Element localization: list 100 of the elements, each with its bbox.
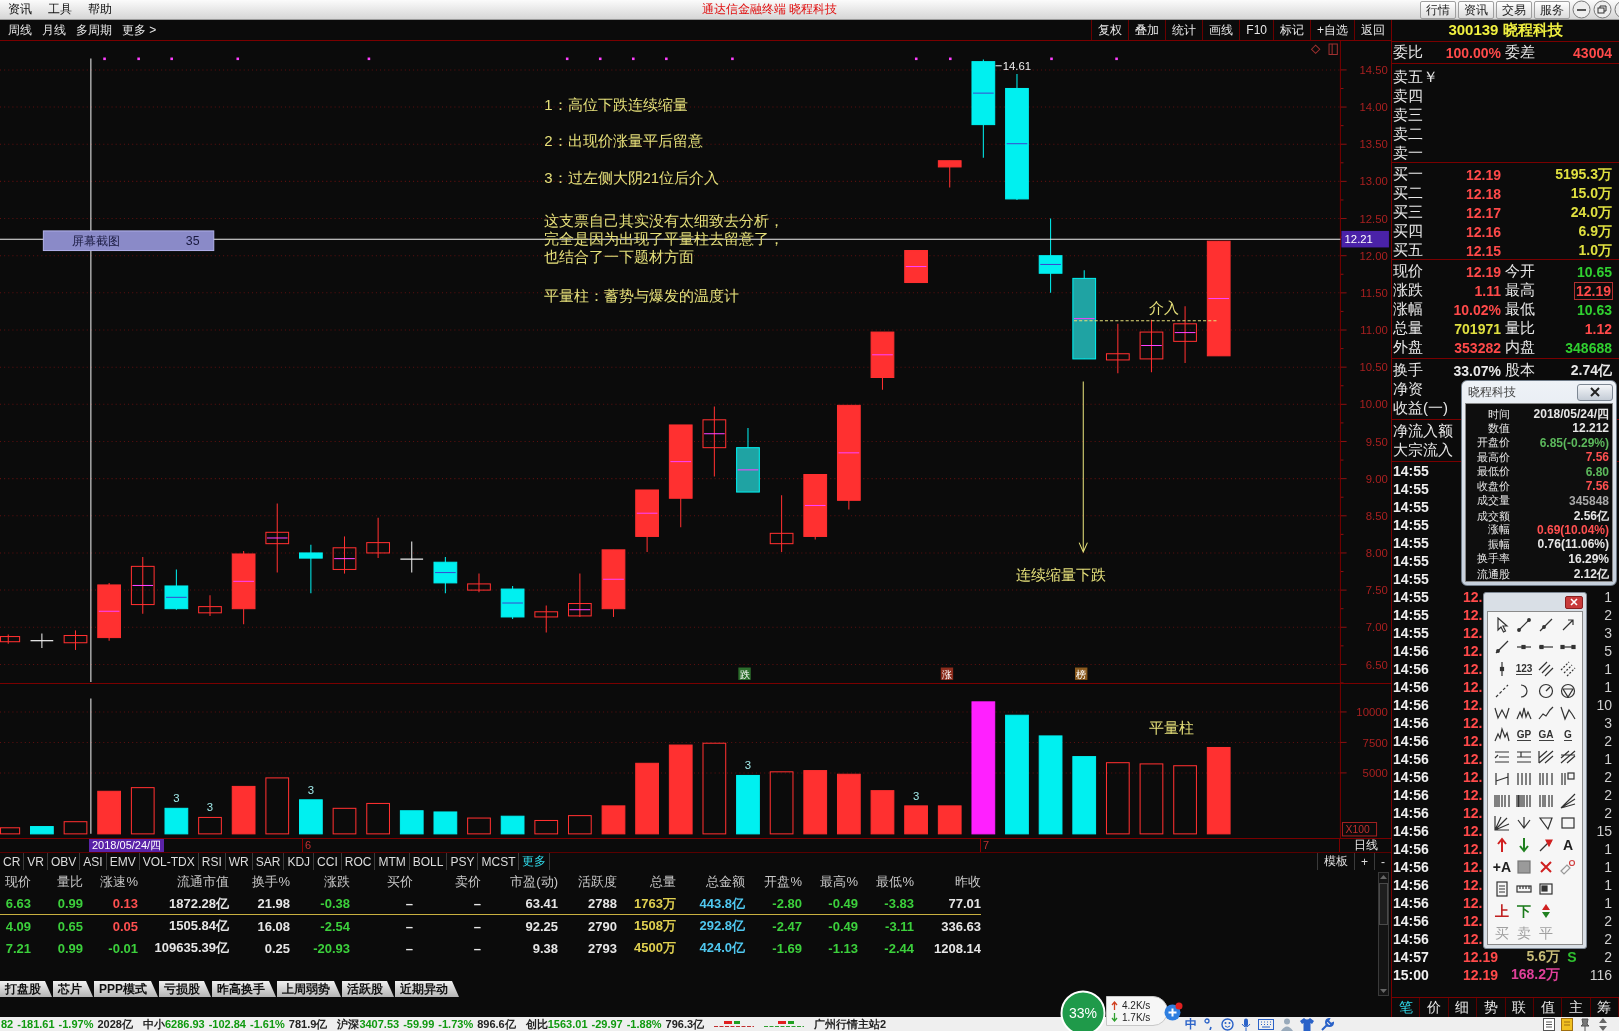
period-link[interactable]: 周线 <box>8 21 32 39</box>
table-row[interactable]: 4.09 0.65 0.05 1505.84亿 16.08 -2.54 – – 92.25 2790 1508万 292.8亿 -2.47 -0.49 -3.11 336.63 <box>0 915 981 937</box>
indicator-tab[interactable]: PSY <box>447 853 479 870</box>
indicator-tab[interactable]: WR <box>225 853 253 870</box>
close-button[interactable] <box>1577 383 1613 401</box>
bracket-icon[interactable] <box>1494 771 1510 787</box>
delete-icon[interactable] <box>1538 859 1554 875</box>
column-header[interactable]: 总金额 <box>706 872 745 891</box>
nav-button[interactable]: 交易 <box>1496 0 1532 19</box>
fan-lines-icon[interactable] <box>1494 815 1510 831</box>
scroll-thumb[interactable] <box>1379 883 1388 925</box>
note-icon[interactable] <box>1561 1017 1573 1031</box>
scroll-down-icon[interactable] <box>1379 987 1388 995</box>
circle-icon[interactable] <box>1560 683 1576 699</box>
indicator-tab[interactable]: MTM <box>375 853 410 870</box>
shirt-icon[interactable] <box>1300 1017 1314 1031</box>
screen-icon[interactable] <box>1538 881 1554 897</box>
line-icon[interactable] <box>1494 639 1510 655</box>
indicator-tab[interactable]: SAR <box>252 853 285 870</box>
document-icon[interactable] <box>1494 881 1510 897</box>
indicator-tab[interactable]: RSI <box>198 853 226 870</box>
label-tool[interactable]: 123 <box>1515 663 1533 675</box>
scroll-up-icon[interactable] <box>1379 873 1388 881</box>
input-mode-button[interactable]: 中 <box>1185 1015 1197 1031</box>
zigzag-icon[interactable] <box>1494 705 1510 721</box>
restore-icon[interactable] <box>1593 0 1612 19</box>
column-header[interactable]: 涨跌 <box>324 872 350 891</box>
column-header[interactable]: 流通市值 <box>177 872 229 891</box>
indicator-tab[interactable]: KDJ <box>284 853 315 870</box>
panel-icon[interactable] <box>1328 43 1338 55</box>
up-down-icon[interactable] <box>1597 1017 1609 1031</box>
column-header[interactable]: 最高% <box>820 872 858 891</box>
parallel-lines-icon[interactable] <box>1560 661 1576 677</box>
zigzag-icon[interactable] <box>1560 705 1576 721</box>
sector-tab[interactable]: 近期异动 <box>395 981 459 997</box>
column-header[interactable]: 最低% <box>876 872 914 891</box>
column-header[interactable]: 市盈(动) <box>510 872 558 891</box>
text-tool[interactable]: 上 <box>1495 903 1509 919</box>
column-header[interactable]: 量比 <box>57 872 83 891</box>
down-arrow-icon[interactable] <box>1516 815 1532 831</box>
document-icon[interactable] <box>1543 1017 1555 1031</box>
toolbar-button[interactable]: 模板 <box>1317 853 1354 870</box>
toolbar-button[interactable]: 标记 <box>1273 20 1310 40</box>
sector-tab[interactable]: PPP模式 <box>94 981 158 997</box>
column-header[interactable]: 卖价 <box>455 872 481 891</box>
zigzag-icon[interactable] <box>1516 705 1532 721</box>
toolbar-button[interactable]: 复权 <box>1091 20 1129 40</box>
toolbar-button[interactable]: 叠加 <box>1128 20 1166 40</box>
up-arrow-icon[interactable] <box>1494 837 1510 853</box>
indicator-tab[interactable]: ROC <box>341 853 376 870</box>
channel-icon[interactable] <box>1560 749 1576 765</box>
indicator-tab[interactable]: CCI <box>314 853 342 870</box>
menu-item[interactable]: 帮助 <box>88 1 112 18</box>
sector-tab[interactable]: 打盘股 <box>0 981 52 997</box>
lines-icon[interactable] <box>1516 749 1532 765</box>
sector-tab[interactable]: 活跃股 <box>342 981 394 997</box>
column-header[interactable]: 换手% <box>252 872 290 891</box>
toolbar-button[interactable]: +自选 <box>1310 20 1354 40</box>
table-row[interactable]: 6.63 0.99 0.13 1872.28亿 21.98 -0.38 – – 63.41 2788 1763万 443.8亿 -2.80 -0.49 -3.83 77.01 <box>0 893 981 915</box>
vertical-lines-icon[interactable] <box>1516 793 1532 809</box>
smiley-icon[interactable] <box>1221 1017 1234 1031</box>
microphone-icon[interactable] <box>1241 1017 1251 1031</box>
indicator-tab[interactable]: OBV <box>48 853 81 870</box>
event-badge[interactable]: 跌 <box>738 667 751 680</box>
indicator-tab[interactable]: BOLL <box>409 853 448 870</box>
menu-item[interactable]: 工具 <box>48 1 72 18</box>
parallel-lines-icon[interactable] <box>1538 661 1554 677</box>
eraser-icon[interactable] <box>1560 859 1576 875</box>
indicator-tab[interactable]: 更多 <box>519 853 551 870</box>
column-header[interactable]: 总量 <box>650 872 676 891</box>
label-tool[interactable]: GA <box>1538 729 1554 741</box>
arrow-line-icon[interactable] <box>1560 617 1576 633</box>
circle-icon[interactable] <box>1538 683 1554 699</box>
cursor-icon[interactable] <box>1494 617 1510 633</box>
window-button-icon[interactable] <box>1614 0 1619 19</box>
indicator-tab[interactable]: VOL-TDX <box>139 853 199 870</box>
zigzag-icon[interactable] <box>1538 705 1554 721</box>
line-icon[interactable] <box>1516 617 1532 633</box>
period-link[interactable]: 更多 > <box>122 21 157 39</box>
keyboard-icon[interactable] <box>1258 1018 1274 1030</box>
minimize-icon[interactable] <box>1572 0 1591 19</box>
arrow-line-icon[interactable] <box>1538 837 1554 853</box>
channel-icon[interactable] <box>1538 749 1554 765</box>
scrollbar[interactable] <box>1378 872 1389 996</box>
nav-button[interactable]: 行情 <box>1420 0 1456 19</box>
diamond-icon[interactable] <box>1310 44 1321 55</box>
punctuation-icon[interactable] <box>1204 1018 1214 1030</box>
triangle-icon[interactable] <box>1538 815 1554 831</box>
column-header[interactable]: 涨速% <box>100 872 138 891</box>
column-header[interactable]: 开盘% <box>764 872 802 891</box>
menu-item[interactable]: 资讯 <box>8 1 32 18</box>
table-row[interactable]: 7.21 0.99 -0.01 109635.39亿 0.25 -20.93 – – 9.38 2793 4500万 424.0亿 -1.69 -1.13 -2.44 1208.14 <box>0 937 981 959</box>
sector-tab[interactable]: 上周弱势 <box>277 981 341 997</box>
period-link[interactable]: 月线 <box>42 21 66 39</box>
text-tool[interactable]: A <box>1562 837 1574 853</box>
toolbar-button[interactable]: F10 <box>1239 20 1273 40</box>
column-header[interactable]: 活跃度 <box>578 872 617 891</box>
indicator-tab[interactable]: EMV <box>106 853 140 870</box>
event-badge[interactable]: 榜 <box>1075 667 1088 680</box>
down-arrow-icon[interactable] <box>1516 837 1532 853</box>
